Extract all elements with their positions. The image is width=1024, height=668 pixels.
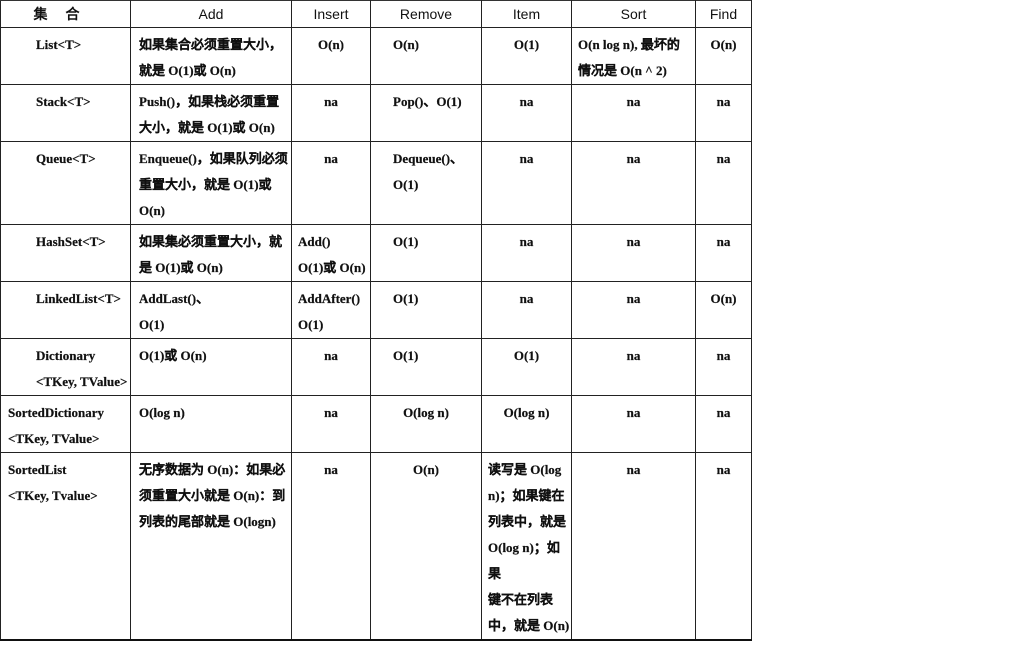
cell-collection: Stack<T> bbox=[0, 84, 131, 142]
cell-find: O(n) bbox=[695, 27, 752, 85]
cell-add: O(log n) bbox=[130, 395, 292, 453]
cell-find: na bbox=[695, 338, 752, 396]
cell-collection: List<T> bbox=[0, 27, 131, 85]
cell-item: O(1) bbox=[481, 338, 572, 396]
cell-item: O(log n) bbox=[481, 395, 572, 453]
cell-collection: Queue<T> bbox=[0, 141, 131, 225]
cell-sort: na bbox=[571, 84, 696, 142]
cell-collection: LinkedList<T> bbox=[0, 281, 131, 339]
header-add: Add bbox=[130, 0, 292, 28]
cell-find: na bbox=[695, 395, 752, 453]
cell-add: 如果集合必须重置大小， 就是 O(1)或 O(n) bbox=[130, 27, 292, 85]
cell-find: na bbox=[695, 452, 752, 641]
cell-item: na bbox=[481, 84, 572, 142]
cell-insert: na bbox=[291, 84, 371, 142]
cell-remove: Pop()、O(1) bbox=[370, 84, 482, 142]
cell-remove: O(1) bbox=[370, 338, 482, 396]
header-find: Find bbox=[695, 0, 752, 28]
cell-collection: SortedDictionary <TKey, TValue> bbox=[0, 395, 131, 453]
cell-insert: Add() O(1)或 O(n) bbox=[291, 224, 371, 282]
cell-item: 读写是 O(log n)；如果键在 列表中，就是 O(log n)；如果 键不在… bbox=[481, 452, 572, 641]
cell-remove: O(log n) bbox=[370, 395, 482, 453]
cell-collection: Dictionary <TKey, TValue> bbox=[0, 338, 131, 396]
cell-find: O(n) bbox=[695, 281, 752, 339]
cell-item: na bbox=[481, 224, 572, 282]
cell-add: O(1)或 O(n) bbox=[130, 338, 292, 396]
cell-collection: SortedList <TKey, Tvalue> bbox=[0, 452, 131, 641]
cell-insert: na bbox=[291, 141, 371, 225]
table-row: Queue<T> Enqueue()，如果队列必须 重置大小，就是 O(1)或 O… bbox=[0, 141, 752, 225]
header-item: Item bbox=[481, 0, 572, 28]
header-row: 集合 Add Insert Remove Item Sort Find bbox=[0, 0, 752, 28]
cell-remove: O(n) bbox=[370, 452, 482, 641]
cell-sort: O(n log n), 最坏的 情况是 O(n ^ 2) bbox=[571, 27, 696, 85]
cell-collection: HashSet<T> bbox=[0, 224, 131, 282]
cell-sort: na bbox=[571, 141, 696, 225]
cell-sort: na bbox=[571, 281, 696, 339]
cell-insert: na bbox=[291, 452, 371, 641]
table-row: List<T> 如果集合必须重置大小， 就是 O(1)或 O(n) O(n) O(n)… bbox=[0, 27, 752, 85]
cell-item: na bbox=[481, 141, 572, 225]
table-row: SortedDictionary <TKey, TValue> O(log n) n… bbox=[0, 395, 752, 453]
cell-sort: na bbox=[571, 338, 696, 396]
cell-add: 如果集必须重置大小，就 是 O(1)或 O(n) bbox=[130, 224, 292, 282]
cell-item: na bbox=[481, 281, 572, 339]
table-row: LinkedList<T> AddLast()、 O(1) AddAfter() O… bbox=[0, 281, 752, 339]
header-collection: 集合 bbox=[0, 0, 131, 28]
cell-find: na bbox=[695, 224, 752, 282]
cell-add: 无序数据为 O(n)：如果必 须重置大小就是 O(n)：到 列表的尾部就是 O(… bbox=[130, 452, 292, 641]
header-insert: Insert bbox=[291, 0, 371, 28]
table-row: Stack<T> Push()，如果栈必须重置 大小，就是 O(1)或 O(n) n… bbox=[0, 84, 752, 142]
cell-insert: AddAfter() O(1) bbox=[291, 281, 371, 339]
cell-remove: Dequeue()、 O(1) bbox=[370, 141, 482, 225]
cell-item: O(1) bbox=[481, 27, 572, 85]
cell-insert: na bbox=[291, 338, 371, 396]
complexity-table: 集合 Add Insert Remove Item Sort Find List… bbox=[0, 0, 752, 641]
cell-remove: O(1) bbox=[370, 281, 482, 339]
cell-add: AddLast()、 O(1) bbox=[130, 281, 292, 339]
cell-find: na bbox=[695, 141, 752, 225]
cell-sort: na bbox=[571, 452, 696, 641]
table-row: SortedList <TKey, Tvalue> 无序数据为 O(n)：如果必 … bbox=[0, 452, 752, 641]
cell-sort: na bbox=[571, 224, 696, 282]
table-row: Dictionary <TKey, TValue> O(1)或 O(n) na O(1… bbox=[0, 338, 752, 396]
cell-add: Enqueue()，如果队列必须 重置大小，就是 O(1)或 O(n) bbox=[130, 141, 292, 225]
cell-add: Push()，如果栈必须重置 大小，就是 O(1)或 O(n) bbox=[130, 84, 292, 142]
cell-insert: O(n) bbox=[291, 27, 371, 85]
cell-insert: na bbox=[291, 395, 371, 453]
cell-find: na bbox=[695, 84, 752, 142]
cell-remove: O(1) bbox=[370, 224, 482, 282]
table-row: HashSet<T> 如果集必须重置大小，就 是 O(1)或 O(n) Add() … bbox=[0, 224, 752, 282]
cell-remove: O(n) bbox=[370, 27, 482, 85]
cell-sort: na bbox=[571, 395, 696, 453]
header-sort: Sort bbox=[571, 0, 696, 28]
header-remove: Remove bbox=[370, 0, 482, 28]
